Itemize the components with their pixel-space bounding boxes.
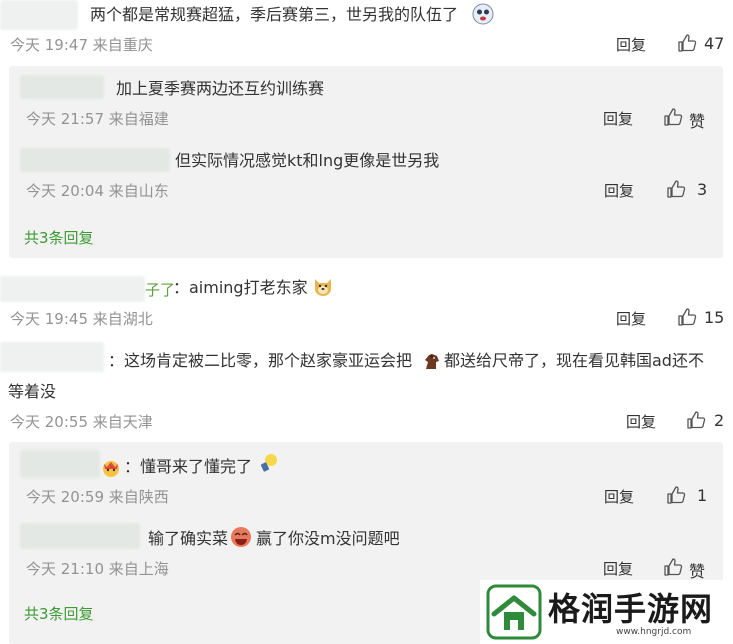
comment-meta: 今天 19:47 来自重庆 <box>10 36 153 54</box>
thumbs-up-icon[interactable] <box>663 557 683 577</box>
like-count: 赞 <box>689 112 706 131</box>
username-blurred[interactable] <box>0 342 104 372</box>
username-blurred[interactable] <box>0 0 78 30</box>
username-blurred[interactable] <box>20 523 140 549</box>
reply-button[interactable]: 回复 <box>603 108 633 129</box>
like-count: 1 <box>697 486 708 505</box>
comment-text-line2: 等着没 <box>8 382 57 401</box>
reply-button[interactable]: 回复 <box>603 558 633 579</box>
watermark-title: 格润手游网 <box>548 590 714 628</box>
username-blurred[interactable] <box>20 75 104 99</box>
comment-text: ：aiming打老东家 <box>173 278 308 297</box>
reply-meta: 今天 21:57 来自福建 <box>26 110 169 128</box>
reply-button[interactable]: 回复 <box>616 34 646 55</box>
username-blurred[interactable] <box>20 148 170 172</box>
reply-meta: 今天 20:59 来自陕西 <box>26 488 169 506</box>
reply-meta: 今天 20:04 来自山东 <box>26 182 169 200</box>
sad-face-emoji-icon <box>472 3 494 25</box>
crown-emoji-icon <box>103 461 119 477</box>
watermark-url: www.hngrjd.com <box>616 627 692 637</box>
reply-button[interactable]: 回复 <box>616 308 646 329</box>
reply-meta: 今天 21:10 来自上海 <box>26 560 169 578</box>
lightbulb-emoji-icon <box>260 454 277 472</box>
reply-button[interactable]: 回复 <box>604 486 634 507</box>
laughing-face-emoji-icon <box>231 527 251 547</box>
reply-text: 但实际情况感觉kt和lng更像是世另我 <box>175 151 440 170</box>
thumbs-up-icon[interactable] <box>677 307 697 327</box>
reply-button[interactable]: 回复 <box>604 180 634 201</box>
like-count: 47 <box>704 34 725 53</box>
reply-text: ：懂哥来了懂完了 <box>124 457 253 476</box>
thumbs-up-icon[interactable] <box>666 485 686 505</box>
reply-button[interactable]: 回复 <box>626 411 656 432</box>
reply-text: 加上夏季赛两边还互约训练赛 <box>116 79 325 98</box>
like-count: 15 <box>704 308 725 327</box>
comment-text-cont: 都送给尺帝了，现在看见韩国ad还不 <box>444 351 704 370</box>
comment-text: ：这场肯定被二比零，那个赵家豪亚运会把 <box>108 351 413 370</box>
reply-text: 输了确实菜 <box>148 529 229 548</box>
house-logo-icon <box>486 584 542 640</box>
thumbs-up-icon[interactable] <box>686 410 706 430</box>
thumbs-up-icon[interactable] <box>663 107 683 127</box>
comment-meta: 今天 19:45 来自湖北 <box>10 310 153 328</box>
more-replies-link[interactable]: 共3条回复 <box>24 227 94 248</box>
horse-emoji-icon <box>425 354 439 369</box>
site-watermark: 格润手游网 www.hngrjd.com <box>480 580 733 644</box>
username-tail[interactable]: 子了 <box>145 279 175 300</box>
like-count: 2 <box>714 411 725 430</box>
username-blurred[interactable] <box>0 276 145 302</box>
thumbs-up-icon[interactable] <box>666 179 686 199</box>
like-count: 赞 <box>689 562 706 581</box>
comment-meta: 今天 20:55 来自天津 <box>10 413 153 431</box>
doge-emoji-icon <box>315 279 331 296</box>
thumbs-up-icon[interactable] <box>677 33 697 53</box>
more-replies-link[interactable]: 共3条回复 <box>24 603 94 624</box>
like-count: 3 <box>697 180 708 199</box>
comment-text: 两个都是常规赛超猛，季后赛第三，世另我的队伍了 <box>90 5 459 24</box>
reply-text-cont: 赢了你没m没问题吧 <box>256 529 400 548</box>
username-blurred[interactable] <box>20 450 100 478</box>
